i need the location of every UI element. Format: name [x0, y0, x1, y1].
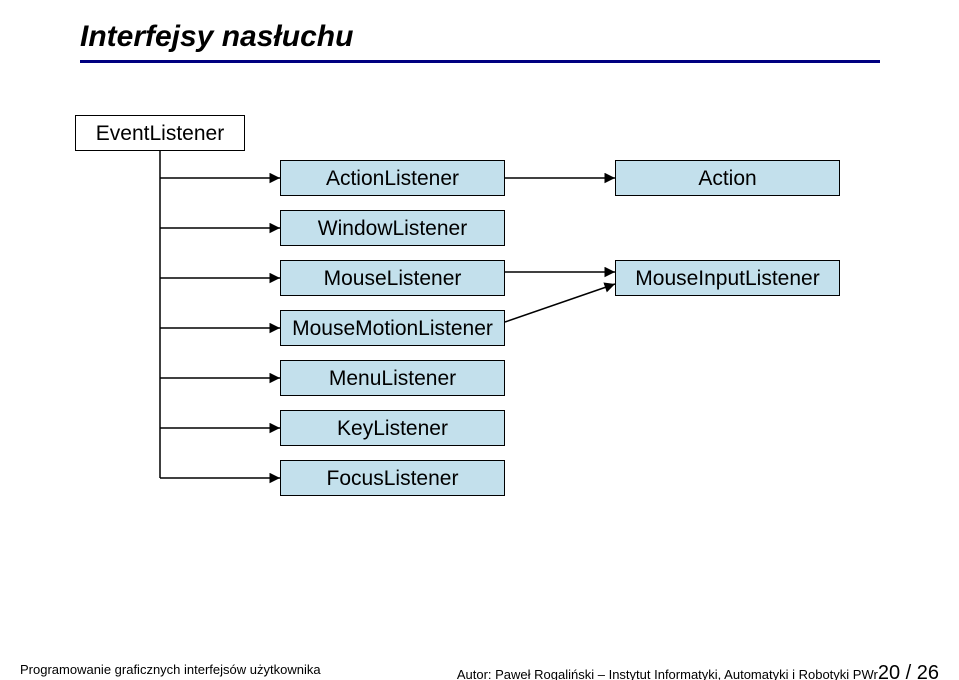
- title-underline: [80, 60, 880, 63]
- footer-left: Programowanie graficznych interfejsów uż…: [20, 662, 321, 677]
- node-mouseinputlistener: MouseInputListener: [615, 260, 840, 296]
- node-mousemotionlistener: MouseMotionListener: [280, 310, 505, 346]
- node-mouselistener: MouseListener: [280, 260, 505, 296]
- node-windowlistener: WindowListener: [280, 210, 505, 246]
- node-keylistener: KeyListener: [280, 410, 505, 446]
- node-actionlistener: ActionListener: [280, 160, 505, 196]
- page-title: Interfejsy nasłuchu: [80, 20, 353, 54]
- footer-author: Autor: Paweł Rogaliński – Instytut Infor…: [457, 667, 878, 680]
- footer-right: Autor: Paweł Rogaliński – Instytut Infor…: [457, 662, 939, 680]
- footer-page: 20 / 26: [878, 662, 939, 680]
- node-action: Action: [615, 160, 840, 196]
- node-eventlistener: EventListener: [75, 115, 245, 151]
- node-menulistener: MenuListener: [280, 360, 505, 396]
- node-focuslistener: FocusListener: [280, 460, 505, 496]
